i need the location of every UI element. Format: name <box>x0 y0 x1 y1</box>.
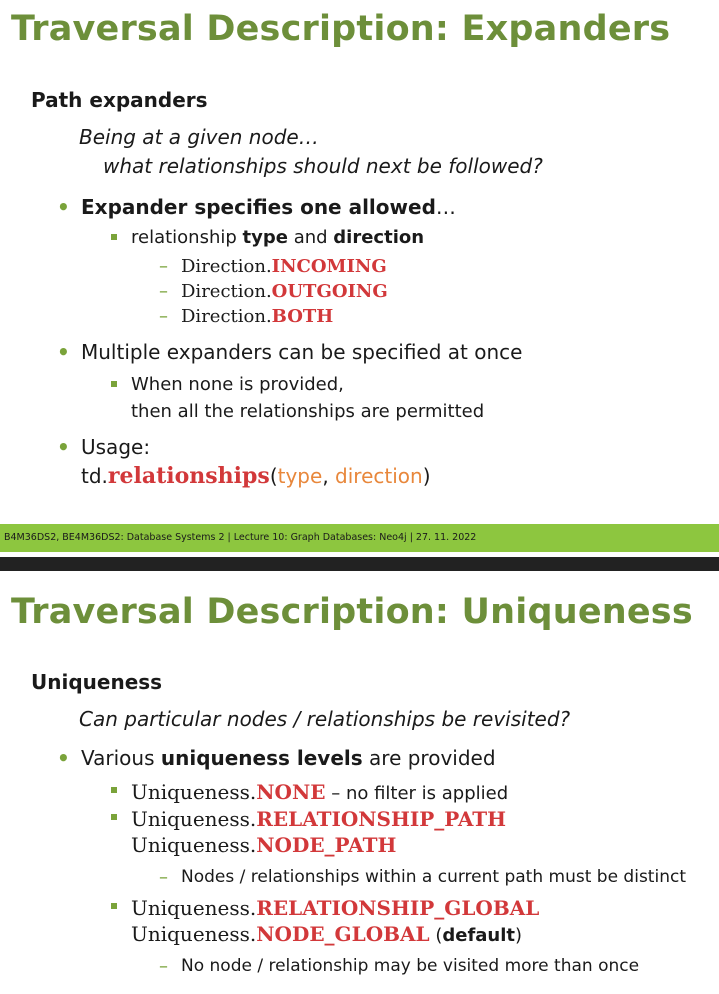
text: ) <box>515 925 523 946</box>
code-constant: RELATIONSHIP_GLOBAL <box>256 896 540 920</box>
bold-text: default <box>442 925 516 946</box>
bullet-dot-icon: • <box>57 746 70 770</box>
text: then all the relationships are permitted <box>131 401 485 422</box>
bullet-dot-icon: • <box>57 435 70 459</box>
code-method: relationships <box>107 463 270 489</box>
code-constant: INCOMING <box>271 256 387 277</box>
dash-bullet-icon: – <box>159 256 168 277</box>
text: ( <box>429 925 443 946</box>
text: Nodes / relationships within a current p… <box>181 867 686 887</box>
text: Direction. <box>181 281 272 302</box>
text: Uniqueness. <box>131 896 257 920</box>
text: Various <box>81 746 161 770</box>
square-bullet-icon <box>111 814 117 820</box>
text: Usage: <box>81 435 151 459</box>
text: Uniqueness. <box>131 922 257 946</box>
bullet-dot-icon: • <box>57 340 70 364</box>
text: No node / relationship may be visited mo… <box>181 956 640 976</box>
text: Uniqueness. <box>131 807 257 831</box>
code-paren: ( <box>269 464 278 488</box>
code-constant: NODE_GLOBAL <box>256 922 430 946</box>
bold-text: direction <box>333 227 425 248</box>
slide-separator <box>0 557 719 571</box>
text: Direction. <box>181 306 272 327</box>
code-constant: NONE <box>256 780 326 804</box>
bullet-dot-icon: • <box>57 195 70 219</box>
code-paren: ) <box>422 464 431 488</box>
text: and <box>287 227 334 248</box>
square-bullet-icon <box>111 903 117 909</box>
text: Multiple expanders can be specified at o… <box>81 340 523 364</box>
bold-text: Expander specifies one allowed <box>81 195 436 219</box>
text: When none is provided, <box>131 374 344 395</box>
slide-expanders: Traversal Description: Expanders Path ex… <box>0 0 719 557</box>
italic-question: Can particular nodes / relationships be … <box>79 707 571 731</box>
slide-footer: B4M36DS2, BE4M36DS2: Database Systems 2 … <box>0 524 719 552</box>
code-arg: type <box>277 464 323 488</box>
square-bullet-icon <box>111 787 117 793</box>
text: … <box>435 195 456 219</box>
section-heading: Uniqueness <box>31 670 163 694</box>
italic-question-line1: Being at a given node… <box>79 125 319 149</box>
slide-uniqueness: Traversal Description: Uniqueness Unique… <box>0 571 719 994</box>
square-bullet-icon <box>111 381 117 387</box>
square-bullet-icon <box>111 234 117 240</box>
section-heading: Path expanders <box>31 88 208 112</box>
slide-title: Traversal Description: Uniqueness <box>11 592 693 632</box>
code-constant: OUTGOING <box>271 281 388 302</box>
slide-title: Traversal Description: Expanders <box>11 9 671 49</box>
dash-bullet-icon: – <box>159 281 168 302</box>
code-comma: , <box>322 464 336 488</box>
bold-text: uniqueness levels <box>160 746 363 770</box>
dash-bullet-icon: – <box>159 956 168 977</box>
code-constant: NODE_PATH <box>256 833 397 857</box>
text: Direction. <box>181 256 272 277</box>
text: relationship <box>131 227 243 248</box>
code-constant: BOTH <box>271 306 334 327</box>
bold-text: type <box>242 227 288 248</box>
italic-question-line2: what relationships should next be follow… <box>103 154 543 178</box>
code-object: td. <box>81 464 108 488</box>
text: – no filter is applied <box>325 783 509 804</box>
text: are provided <box>362 746 496 770</box>
code-arg: direction <box>335 464 423 488</box>
text: Uniqueness. <box>131 833 257 857</box>
footer-text: B4M36DS2, BE4M36DS2: Database Systems 2 … <box>4 532 477 543</box>
dash-bullet-icon: – <box>159 306 168 327</box>
dash-bullet-icon: – <box>159 867 168 888</box>
code-constant: RELATIONSHIP_PATH <box>256 807 507 831</box>
text: Uniqueness. <box>131 780 257 804</box>
